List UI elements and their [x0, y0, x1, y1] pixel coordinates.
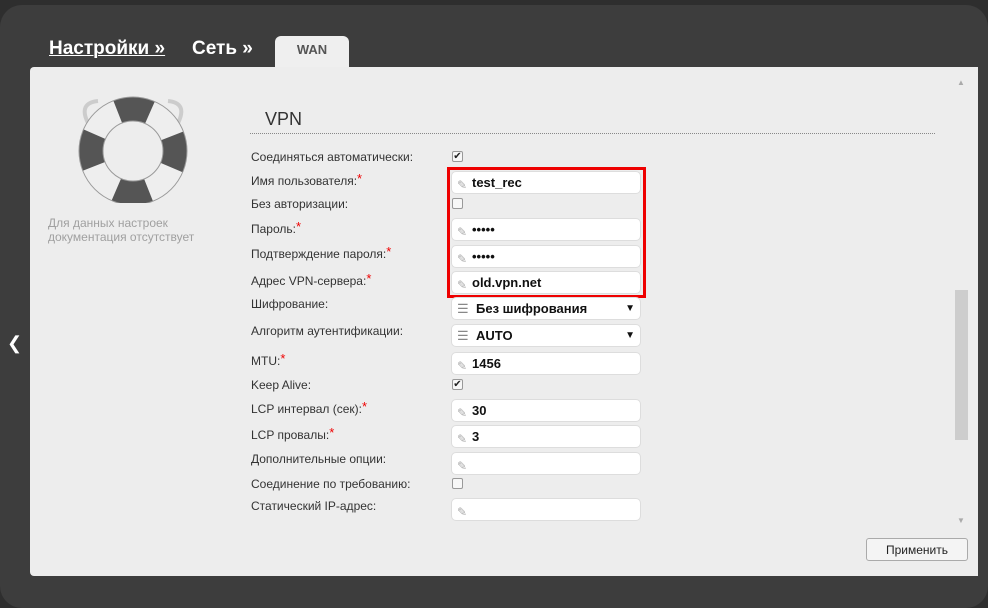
scroll-down-icon[interactable]: ▼ [957, 516, 965, 525]
section-title: VPN [265, 109, 303, 129]
scrollbar-thumb[interactable] [955, 290, 968, 440]
static-ip-input[interactable]: ✎ [451, 498, 641, 521]
pencil-icon: ✎ [457, 359, 468, 373]
label-password: Пароль:* [251, 219, 302, 236]
auth-algo-select[interactable]: ☰ AUTO ▼ [451, 324, 641, 347]
dropdown-arrow-icon: ▼ [625, 330, 635, 341]
label-mtu: MTU:* [251, 351, 286, 368]
lifebuoy-icon [78, 96, 188, 203]
pencil-icon: ✎ [457, 505, 468, 519]
label-extra-options: Дополнительные опции: [251, 452, 387, 466]
breadcrumb-network[interactable]: Сеть » [192, 38, 253, 60]
breadcrumb-settings[interactable]: Настройки » [49, 38, 165, 60]
tab-wan[interactable]: WAN [275, 36, 349, 68]
lcp-interval-input[interactable]: ✎ 30 [451, 399, 641, 422]
extra-options-input[interactable]: ✎ [451, 452, 641, 475]
pencil-icon: ✎ [457, 406, 468, 420]
label-lcp-fails: LCP провалы:* [251, 425, 335, 442]
checkbox-on-demand[interactable] [452, 478, 463, 489]
scroll-up-icon[interactable]: ▲ [957, 78, 965, 87]
label-auto-connect: Соединяться автоматически: [251, 150, 414, 164]
label-username: Имя пользователя:* [251, 171, 363, 188]
label-on-demand: Соединение по требованию: [251, 477, 411, 491]
pencil-icon: ✎ [457, 459, 468, 473]
list-icon: ☰ [457, 328, 469, 343]
label-static-ip: Статический IP-адрес: [251, 499, 377, 513]
mtu-input[interactable]: ✎ 1456 [451, 352, 641, 375]
label-encryption: Шифрование: [251, 297, 329, 311]
checkbox-keep-alive[interactable]: ✔ [452, 379, 463, 390]
lcp-fails-input[interactable]: ✎ 3 [451, 425, 641, 448]
pencil-icon: ✎ [457, 432, 468, 446]
label-lcp-interval: LCP интервал (сек):* [251, 399, 368, 416]
list-icon: ☰ [457, 301, 469, 316]
label-keep-alive: Keep Alive: [251, 378, 312, 392]
label-no-auth: Без авторизации: [251, 197, 349, 211]
scrollbar[interactable]: ▲ ▼ [955, 78, 968, 528]
apply-button[interactable]: Применить [866, 538, 968, 561]
highlight-box [447, 167, 646, 298]
label-auth-algo: Алгоритм аутентификации: [251, 324, 404, 338]
section-divider [250, 133, 935, 134]
encryption-select[interactable]: ☰ Без шифрования ▼ [451, 297, 641, 320]
dropdown-arrow-icon: ▼ [625, 303, 635, 314]
label-server: Адрес VPN-сервера:* [251, 271, 372, 288]
no-docs-note: Для данных настроек документация отсутст… [48, 216, 195, 244]
back-arrow-icon[interactable]: ❮ [7, 333, 22, 354]
checkbox-auto-connect[interactable]: ✔ [452, 151, 463, 162]
label-password-confirm: Подтверждение пароля:* [251, 244, 392, 261]
